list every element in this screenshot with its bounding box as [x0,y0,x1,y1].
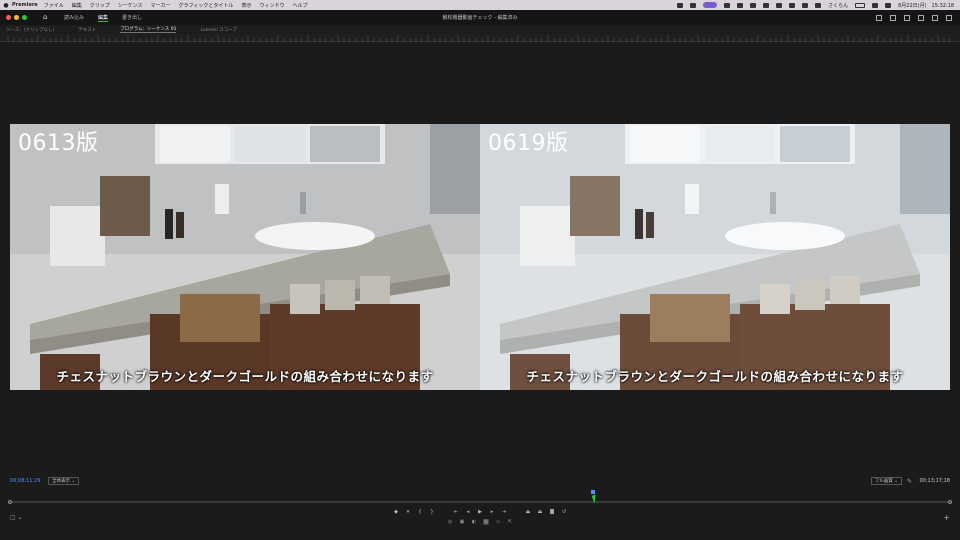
play-icon[interactable]: ▶ [477,509,483,515]
bathroom-image-left [10,124,480,390]
step-back-icon[interactable]: ◂ [465,509,471,515]
zoom-window-icon[interactable] [22,15,27,20]
export-frame-icon[interactable]: ⇱ [507,519,513,525]
tab-source[interactable]: ソース：(クリップなし) [6,27,54,33]
program-monitor[interactable]: 0613版 チェスナットブラウンとダークゴールドの組み合わせになります 0619… [0,42,960,472]
status-area: さくらん 8月22日(月) 15:32:18 [677,0,954,10]
tab-text[interactable]: テキスト [78,27,96,33]
menu-view[interactable]: 表示 [241,2,251,9]
go-to-in-icon[interactable]: ⇤ [453,509,459,515]
add-button-icon[interactable]: + [943,513,950,522]
marker-icon[interactable]: ◆ [393,509,399,515]
share-icon[interactable] [904,14,910,21]
multi-camera-icon[interactable]: ▣ [459,519,465,525]
bluetooth-icon[interactable] [789,2,796,8]
macos-menubar: ● Premiere ファイル 編集 クリップ シーケンス マーカー グラフィッ… [0,0,960,10]
scrub-end-handle[interactable] [948,500,952,504]
loop-icon[interactable]: ↺ [561,509,567,515]
status-icon[interactable] [690,2,697,8]
tab-export[interactable]: 書き出し [122,14,142,21]
status-icon[interactable] [737,2,744,8]
settings-dropdown-icon[interactable]: ▢ ⌄ [10,514,23,521]
panel-icon[interactable] [890,14,896,21]
wrench-icon[interactable]: ✎ [907,478,912,485]
battery-icon[interactable] [855,2,866,8]
lift-icon[interactable]: ⏏ [525,509,531,515]
version-label-left: 0613版 [18,131,99,156]
minimize-window-icon[interactable] [14,15,19,20]
playback-quality-select[interactable]: フル画質 ⌄ [870,477,902,485]
menu-edit[interactable]: 編集 [72,2,82,9]
subtitle-left: チェスナットブラウンとダークゴールドの組み合わせになります [56,369,434,384]
current-timecode[interactable]: 00;08;11;29 [10,478,41,484]
add-marker-icon[interactable]: ▾ [405,509,411,515]
monitor-timecode-bar: 00;08;11;29 全体表示 ⌄ フル画質 ⌄ ✎ 00;13;17;18 [0,475,960,487]
gear-icon[interactable] [932,14,938,21]
tab-lumetri-scopes[interactable]: Lumetri スコープ [200,27,236,33]
quick-export-icon[interactable] [918,14,924,21]
overlay-icon[interactable]: ▭ [495,519,501,525]
user-name[interactable]: さくらん [828,2,848,9]
screen-record-icon[interactable] [703,2,718,8]
extract-icon[interactable]: ⏏ [537,509,543,515]
app-header: ⌂ 読み込み 編集 書き出し 観松機器動画チェック - 編集済み [0,10,960,25]
safe-margins-icon[interactable]: ◎ [447,519,453,525]
ruler-ticks [7,35,951,42]
home-icon[interactable]: ⌂ [43,14,50,21]
go-to-out-icon[interactable]: ⇥ [501,509,507,515]
clock[interactable]: 8月22日(月) 15:32:18 [898,2,954,9]
menu-file[interactable]: ファイル [44,2,64,9]
menu-graphics[interactable]: グラフィックとタイトル [179,2,234,9]
transport-controls: ◆ ▾ { } ⇤ ◂ ▶ ▸ ⇥ ⏏ ⏏ ◙ ↺ [0,507,960,517]
scrubber[interactable] [8,500,952,504]
zoom-fit-value: 全体表示 [52,479,70,484]
close-window-icon[interactable] [6,15,11,20]
mark-out-icon[interactable]: } [429,509,435,515]
wifi-icon[interactable] [802,2,809,8]
bathroom-image-right [480,124,950,390]
search-icon[interactable] [872,2,879,8]
mark-in-icon[interactable]: { [417,509,423,515]
playhead-handle[interactable] [591,490,596,494]
status-icon[interactable] [750,2,757,8]
control-center-icon[interactable] [885,2,892,8]
apple-menu-icon[interactable]: ● [0,2,12,9]
document-title: 観松機器動画チェック - 編集済み [442,15,518,21]
header-icons [876,14,952,21]
playback-quality-value: フル画質 [874,479,893,484]
tab-import[interactable]: 読み込み [64,14,84,21]
scrub-start-handle[interactable] [8,500,12,504]
status-icon[interactable] [763,2,770,8]
menu-clip[interactable]: クリップ [90,2,110,9]
menu-window[interactable]: ウィンドウ [259,2,284,9]
scrubber-track[interactable] [8,501,952,503]
vr-icon[interactable]: ◐ [471,519,477,525]
step-forward-icon[interactable]: ▸ [489,509,495,515]
app-menu[interactable]: Premiere [12,2,38,8]
status-icon[interactable] [776,2,783,8]
video-frame-right: 0619版 チェスナットブラウンとダークゴールドの組み合わせになります [480,124,950,390]
time-ruler[interactable] [0,34,960,42]
camera-icon[interactable]: ◙ [549,509,555,515]
menu-sequence[interactable]: シーケンス [118,2,143,9]
fullscreen-icon[interactable] [946,14,952,21]
transport-controls-secondary: ◎ ▣ ◐ ▦ ▭ ⇱ [0,517,960,526]
panel-tabs: ソース：(クリップなし) テキスト プログラム：シーケンス 01 Lumetri… [0,25,960,34]
window-controls [6,15,27,20]
user-icon[interactable] [815,2,822,8]
video-frame-left: 0613版 チェスナットブラウンとダークゴールドの組み合わせになります [10,124,480,390]
status-icon[interactable] [724,2,731,8]
duration-timecode: 00;13;17;18 [919,478,950,484]
tab-edit[interactable]: 編集 [98,14,109,22]
version-label-right: 0619版 [488,131,569,156]
menu-help[interactable]: ヘルプ [292,2,307,9]
menu-marker[interactable]: マーカー [151,2,171,9]
status-icon[interactable] [677,2,684,8]
compare-view-icon[interactable]: ▦ [483,518,489,525]
workspace-icon[interactable] [876,14,882,21]
zoom-fit-select[interactable]: 全体表示 ⌄ [48,477,80,485]
tab-program[interactable]: プログラム：シーケンス 01 [120,26,177,33]
subtitle-right: チェスナットブラウンとダークゴールドの組み合わせになります [526,369,904,384]
